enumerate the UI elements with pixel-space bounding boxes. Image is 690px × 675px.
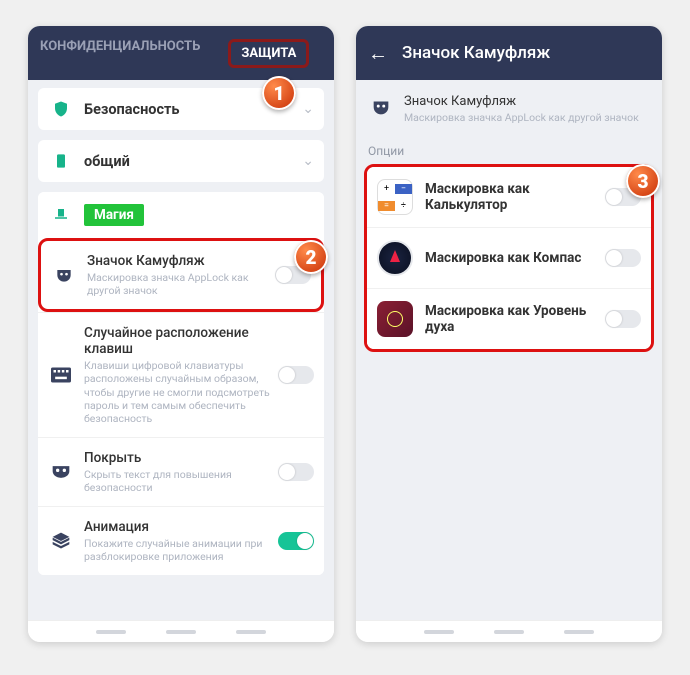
row-icon-camouflage[interactable]: Значок Камуфляж Маскировка значка AppLoc… [38,238,324,312]
mask-icon [368,96,394,118]
step-badge-2: 2 [294,240,328,274]
row-cover-title: Покрыть [84,450,272,466]
intro-title: Значок Камуфляж [404,94,639,109]
row-cover-desc: Скрыть текст для повышения безопасности [84,468,272,494]
header-detail: ← Значок Камуфляж [356,26,662,80]
options-label: Опции [356,134,662,164]
layers-icon [48,531,74,551]
row-camo-desc: Маскировка значка AppLock как другой зна… [87,271,269,297]
hat-icon [48,206,74,224]
option-level-title: Маскировка как Уровень духа [425,303,599,335]
chevron-down-icon: ⌄ [302,101,314,117]
header-tabs: КОНФИДЕНЦИАЛЬНОСТЬ ЗАЩИТА [28,26,334,80]
toggle-compass[interactable] [605,249,641,267]
toggle-random[interactable] [278,366,314,384]
step-badge-1: 1 [262,76,296,110]
card-general[interactable]: общий ⌄ [38,140,324,182]
level-icon [377,301,413,337]
shield-icon [48,100,74,118]
chevron-down-icon: ⌄ [302,153,314,169]
screenshot-left: КОНФИДЕНЦИАЛЬНОСТЬ ЗАЩИТА Безопасность ⌄… [28,26,334,642]
calculator-icon: +−=÷ [377,179,413,215]
row-cover[interactable]: Покрыть Скрыть текст для повышения безоп… [38,437,324,506]
toggle-animation[interactable] [278,532,314,550]
option-calc-title: Маскировка как Калькулятор [425,181,599,213]
intro-block: Значок Камуфляж Маскировка значка AppLoc… [356,80,662,134]
row-disguise-compass[interactable]: Маскировка как Компас [367,227,651,288]
options-group: +−=÷ Маскировка как Калькулятор Маскиров… [364,164,654,352]
android-navbar [356,620,662,642]
row-anim-title: Анимация [84,519,272,535]
option-compass-title: Маскировка как Компас [425,250,599,266]
toggle-cover[interactable] [278,463,314,481]
tab-privacy[interactable]: КОНФИДЕНЦИАЛЬНОСТЬ [40,39,200,68]
section-magic: Магия Значок Камуфляж Маскировка значка … [38,192,324,575]
row-random-keyboard[interactable]: Случайное расположение клавиш Клавиши ци… [38,312,324,437]
toggle-level[interactable] [605,310,641,328]
tab-protection[interactable]: ЗАЩИТА [228,39,309,68]
row-disguise-calculator[interactable]: +−=÷ Маскировка как Калькулятор [367,167,651,227]
android-navbar [28,620,334,642]
step-badge-3: 3 [626,164,660,198]
card-general-title: общий [84,153,302,170]
mask-icon [48,464,74,480]
card-magic[interactable]: Магия [38,192,324,238]
screenshot-right: ← Значок Камуфляж Значок Камуфляж Маскир… [356,26,662,642]
row-camo-title: Значок Камуфляж [87,253,269,269]
mask-icon [51,265,77,285]
intro-desc: Маскировка значка AppLock как другой зна… [404,111,639,124]
keyboard-icon [48,367,74,383]
row-anim-desc: Покажите случайные анимации при разблоки… [84,537,272,563]
back-icon[interactable]: ← [368,41,388,66]
page-title: Значок Камуфляж [402,43,550,63]
phone-icon [48,152,74,170]
row-disguise-level[interactable]: Маскировка как Уровень духа [367,288,651,349]
row-animation[interactable]: Анимация Покажите случайные анимации при… [38,506,324,575]
compass-icon [377,240,413,276]
row-random-title: Случайное расположение клавиш [84,325,272,357]
card-magic-title: Магия [84,204,144,226]
row-random-desc: Клавиши цифровой клавиатуры расположены … [84,359,272,425]
